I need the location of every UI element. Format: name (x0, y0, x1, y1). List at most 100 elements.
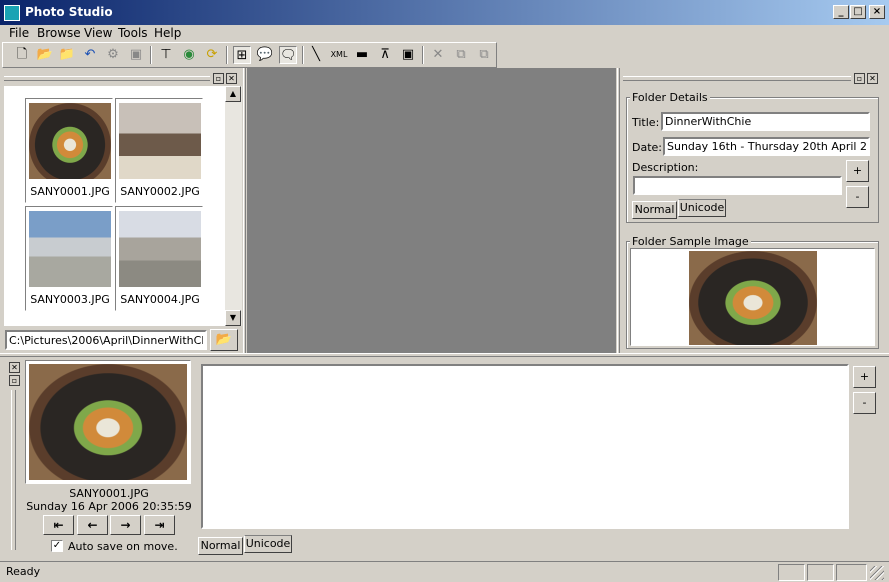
title-field[interactable] (661, 112, 870, 131)
folder-dock-header: ▫ ✕ (623, 73, 885, 85)
dock-close-icon[interactable]: ✕ (226, 73, 237, 84)
thumbnail-filename: SANY0002.JPG (120, 185, 200, 198)
thumbnail-item[interactable]: SANY0004.JPG (115, 206, 203, 311)
description-field[interactable] (633, 176, 842, 195)
open-icon[interactable]: 📂 (36, 46, 54, 64)
open-folder-icon[interactable]: 📁 (58, 46, 76, 64)
app-icon (4, 5, 20, 21)
last-image-button[interactable]: ⇥ (144, 515, 175, 535)
comment-editor[interactable] (201, 364, 849, 529)
folder-sample-image[interactable] (689, 251, 817, 345)
window-title: Photo Studio (25, 5, 113, 19)
menu-help[interactable]: Help (154, 26, 181, 40)
thumbnail-item[interactable]: SANY0002.JPG (115, 98, 203, 203)
preview-pane: ✕ ▫ SANY0001.JPG Sunday 16 Apr 2006 20:3… (0, 358, 200, 560)
preview-image[interactable] (29, 364, 187, 480)
comment-shrink-button[interactable]: - (853, 392, 876, 414)
status-pane (778, 564, 805, 581)
menu-view[interactable]: View (84, 26, 112, 40)
xml-icon[interactable]: XML (330, 46, 348, 64)
left-splitter[interactable] (243, 68, 246, 353)
title-bar: Photo Studio _ □ × (0, 0, 889, 25)
date-label: Date: (632, 141, 662, 154)
preview-filename: SANY0001.JPG (69, 487, 149, 500)
close-button[interactable]: × (869, 5, 885, 19)
folder-comment-icon[interactable]: 🗨 (279, 46, 297, 64)
thumbnail-item[interactable]: SANY0001.JPG (25, 98, 113, 203)
folder-pane: ▫ ✕ Folder Details Title: Date: Descript… (621, 70, 889, 353)
title-label: Title: (632, 116, 660, 129)
dock-float-icon[interactable]: ▫ (854, 73, 865, 84)
menu-file[interactable]: File (9, 26, 29, 40)
status-pane (807, 564, 834, 581)
thumbnail-image (29, 103, 111, 179)
thumbnails-view-icon[interactable]: ⊞ (233, 46, 251, 64)
arrow-left-icon: ← (87, 518, 98, 532)
first-image-button[interactable]: ⇤ (43, 515, 74, 535)
undo-icon[interactable]: ↶ (81, 46, 99, 64)
menu-tools[interactable]: Tools (118, 26, 148, 40)
minimize-button[interactable]: _ (833, 5, 849, 19)
new-icon[interactable]: 🗋 (13, 46, 31, 64)
menu-bar: File Browse View Tools Help (0, 23, 889, 42)
previous-image-button[interactable]: ← (77, 515, 108, 535)
open-folder-icon: 📂 (215, 332, 233, 347)
folder-details-label: Folder Details (630, 91, 710, 104)
thumbnail-image (119, 211, 201, 287)
status-bar: Ready (0, 561, 889, 582)
copy-icon[interactable]: ⧉ (452, 46, 470, 64)
settings-icon[interactable]: ⚙ (104, 46, 122, 64)
folder-path-input[interactable] (5, 330, 207, 350)
bottom-splitter[interactable] (0, 353, 889, 357)
description-shrink-button[interactable]: - (846, 186, 869, 208)
thumbnail-filename: SANY0004.JPG (120, 293, 200, 306)
maximize-button[interactable]: □ (850, 5, 866, 19)
next-image-button[interactable]: → (110, 515, 141, 535)
tab-normal[interactable]: Normal (198, 537, 243, 555)
tab-unicode[interactable]: Unicode (678, 199, 726, 217)
status-pane (836, 564, 867, 581)
thumbnail-item[interactable]: SANY0003.JPG (25, 206, 113, 311)
right-splitter[interactable] (617, 68, 620, 353)
scroll-down-icon[interactable]: ▼ (225, 310, 241, 326)
browser-dock-header: ▫ ✕ (4, 73, 240, 85)
camera-icon[interactable]: ▬ (353, 46, 371, 64)
dock-float-icon[interactable]: ▫ (213, 73, 224, 84)
menu-browse[interactable]: Browse (37, 26, 81, 40)
browser-pane: ▫ ✕ SANY0001.JPG SANY0002.JPG SANY0003.J… (0, 70, 242, 353)
delete-icon[interactable]: ✕ (429, 46, 447, 64)
tab-normal[interactable]: Normal (632, 201, 677, 219)
thumbnail-scrollbar[interactable]: ▲ ▼ (225, 86, 242, 326)
tab-unicode[interactable]: Unicode (244, 535, 292, 553)
thumbnail-filename: SANY0003.JPG (30, 293, 110, 306)
fullscreen-icon[interactable]: ▣ (399, 46, 417, 64)
toolbar: 🗋 📂 📁 ↶ ⚙ ▣ ⊤ ◉ ⟳ ⊞ 💬 🗨 ╲ XML ▬ ⊼ ▣ ✕ ⧉ … (2, 42, 497, 68)
arrow-right-icon: → (120, 518, 131, 532)
wand-icon[interactable]: ╲ (307, 46, 325, 64)
refresh-folder-icon[interactable]: ⟳ (203, 46, 221, 64)
auto-save-checkbox[interactable]: ✓ (51, 540, 63, 552)
last-icon: ⇥ (154, 518, 165, 532)
preview-datetime: Sunday 16 Apr 2006 20:35:59 (26, 500, 192, 513)
export-icon[interactable]: ⊤ (157, 46, 175, 64)
resize-grip-icon[interactable] (870, 566, 884, 580)
description-grow-button[interactable]: + (846, 160, 869, 182)
dock-close-icon[interactable]: ✕ (9, 362, 20, 373)
dock-float-icon[interactable]: ▫ (9, 375, 20, 386)
image-workspace (247, 68, 616, 353)
dock-close-icon[interactable]: ✕ (867, 73, 878, 84)
slideshow-icon[interactable]: ⊼ (376, 46, 394, 64)
save-icon[interactable]: ▣ (127, 46, 145, 64)
thumbnail-filename: SANY0001.JPG (30, 185, 110, 198)
preview-frame (25, 360, 191, 484)
browse-folder-button[interactable]: 📂 (210, 329, 238, 351)
thumbnail-image (29, 211, 111, 287)
move-icon[interactable]: ⧉ (475, 46, 493, 64)
globe-icon[interactable]: ◉ (180, 46, 198, 64)
date-field[interactable] (663, 137, 870, 156)
status-text: Ready (6, 565, 41, 578)
comments-view-icon[interactable]: 💬 (256, 46, 274, 64)
comment-grow-button[interactable]: + (853, 366, 876, 388)
first-icon: ⇤ (53, 518, 64, 532)
scroll-up-icon[interactable]: ▲ (225, 86, 241, 102)
